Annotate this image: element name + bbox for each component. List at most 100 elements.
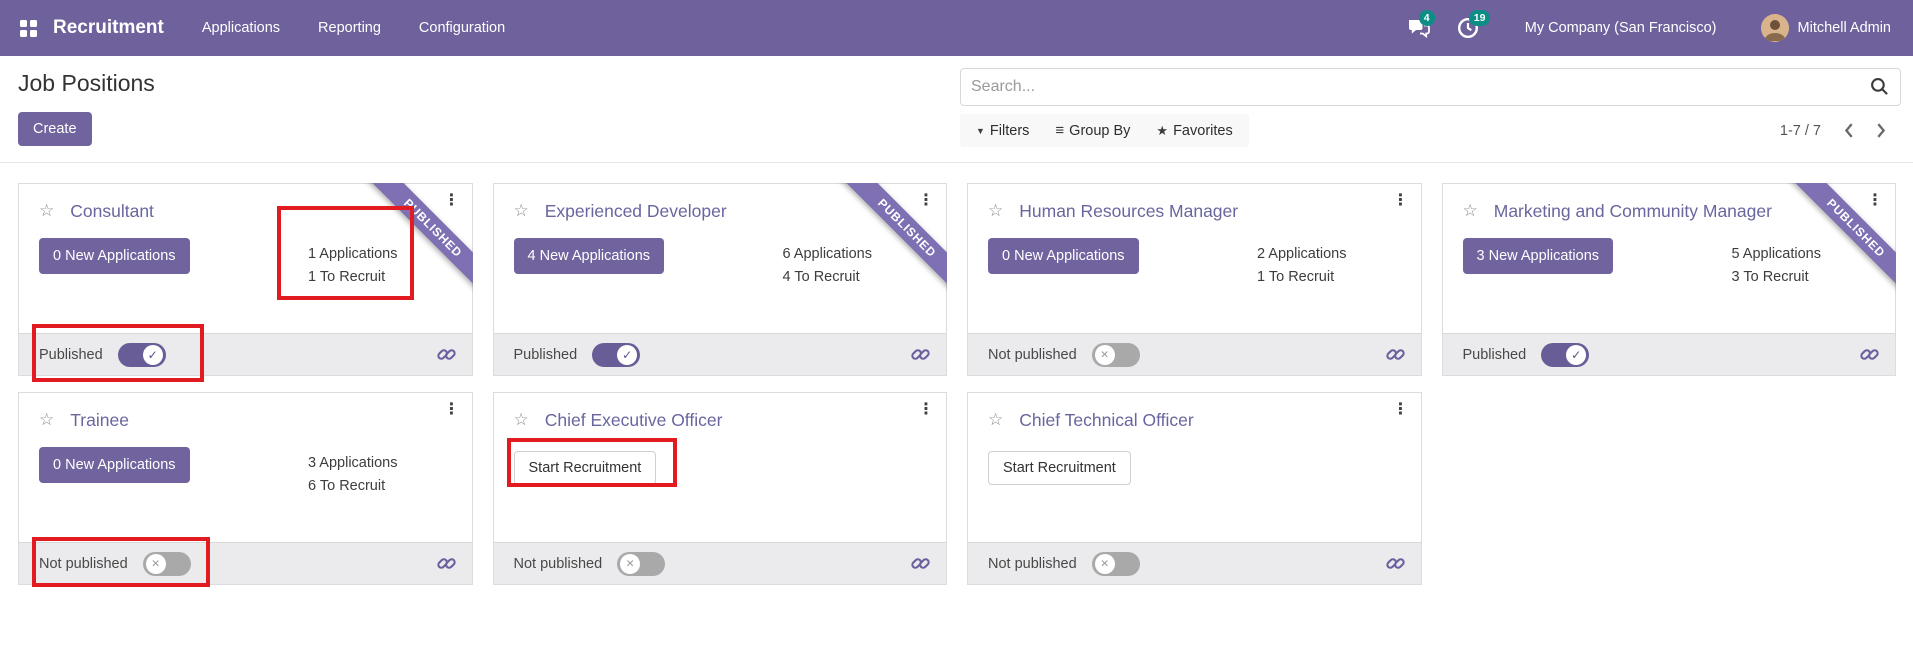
job-title[interactable]: Chief Executive Officer — [545, 407, 723, 434]
nav-menu: Applications Reporting Configuration — [202, 20, 505, 36]
chat-badge: 4 — [1419, 10, 1435, 26]
avatar[interactable] — [1761, 14, 1789, 42]
top-navbar: Recruitment Applications Reporting Configu… — [0, 0, 1913, 56]
to-recruit-count[interactable]: 6 To Recruit — [308, 475, 397, 497]
card-footer: Not published ✕ — [968, 542, 1421, 584]
apps-grid-icon[interactable] — [20, 20, 37, 37]
recruitment-stats: 5 Applications 3 To Recruit — [1732, 243, 1821, 288]
applications-count[interactable]: 6 Applications — [783, 243, 872, 265]
to-recruit-count[interactable]: 1 To Recruit — [308, 266, 397, 288]
kebab-menu-icon[interactable]: ⋮ — [1393, 190, 1409, 210]
group-by-button[interactable]: ≡ Group By — [1055, 122, 1130, 139]
to-recruit-count[interactable]: 3 To Recruit — [1732, 266, 1821, 288]
publish-toggle[interactable]: ✕ — [1092, 343, 1140, 367]
publish-status-label: Not published — [988, 556, 1077, 572]
link-icon[interactable] — [911, 345, 930, 364]
nav-menu-item-applications[interactable]: Applications — [202, 20, 280, 36]
job-position-card[interactable]: ⋮ ☆ Chief Technical Officer Start Recrui… — [967, 392, 1422, 585]
toggle-knob-icon: ✕ — [1095, 345, 1115, 365]
favorites-star-icon: ★ — [1156, 123, 1168, 139]
chat-icon[interactable]: 4 — [1407, 17, 1431, 39]
favorite-star-icon[interactable]: ☆ — [39, 198, 54, 225]
card-footer: Published ✓ — [494, 333, 947, 375]
link-icon[interactable] — [1860, 345, 1879, 364]
toggle-knob-icon: ✕ — [620, 554, 640, 574]
job-title[interactable]: Chief Technical Officer — [1019, 407, 1193, 434]
create-button[interactable]: Create — [18, 112, 92, 146]
applications-count[interactable]: 3 Applications — [308, 452, 397, 474]
activity-clock-icon[interactable]: 19 — [1457, 17, 1479, 39]
link-icon[interactable] — [437, 345, 456, 364]
job-position-card[interactable]: PUBLISHED ⋮ ☆ Marketing and Community Ma… — [1442, 183, 1897, 376]
avatar-photo — [1761, 14, 1789, 42]
favorites-button[interactable]: ★ Favorites — [1156, 123, 1232, 139]
applications-count[interactable]: 5 Applications — [1732, 243, 1821, 265]
publish-toggle[interactable]: ✕ — [1092, 552, 1140, 576]
job-title[interactable]: Human Resources Manager — [1019, 198, 1238, 225]
link-icon[interactable] — [1386, 554, 1405, 573]
group-by-label: Group By — [1069, 123, 1130, 139]
nav-menu-item-reporting[interactable]: Reporting — [318, 20, 381, 36]
favorite-star-icon[interactable]: ☆ — [988, 198, 1003, 225]
link-icon[interactable] — [1386, 345, 1405, 364]
kebab-menu-icon[interactable]: ⋮ — [444, 190, 460, 210]
new-applications-button[interactable]: 3 New Applications — [1463, 238, 1614, 274]
publish-toggle[interactable]: ✓ — [592, 343, 640, 367]
card-footer: Not published ✕ — [19, 542, 472, 584]
chevron-right-icon[interactable] — [1876, 122, 1887, 139]
recruitment-stats: 3 Applications 6 To Recruit — [308, 452, 397, 497]
job-position-card[interactable]: ⋮ ☆ Trainee 0 New Applications 3 Applica… — [18, 392, 473, 585]
favorite-star-icon[interactable]: ☆ — [514, 407, 529, 434]
favorite-star-icon[interactable]: ☆ — [988, 407, 1003, 434]
job-title[interactable]: Trainee — [70, 407, 129, 434]
favorite-star-icon[interactable]: ☆ — [39, 407, 54, 434]
nav-menu-item-configuration[interactable]: Configuration — [419, 20, 505, 36]
card-footer: Published ✓ — [1443, 333, 1896, 375]
to-recruit-count[interactable]: 1 To Recruit — [1257, 266, 1346, 288]
favorite-star-icon[interactable]: ☆ — [514, 198, 529, 225]
job-title[interactable]: Marketing and Community Manager — [1494, 198, 1772, 225]
kebab-menu-icon[interactable]: ⋮ — [918, 399, 934, 419]
new-applications-button[interactable]: 0 New Applications — [988, 238, 1139, 274]
page-title: Job Positions — [18, 70, 155, 97]
publish-status-label: Not published — [514, 556, 603, 572]
publish-status-label: Published — [514, 347, 578, 363]
job-position-card[interactable]: PUBLISHED ⋮ ☆ Consultant 0 New Applicati… — [18, 183, 473, 376]
kebab-menu-icon[interactable]: ⋮ — [1867, 190, 1883, 210]
kanban-view: PUBLISHED ⋮ ☆ Consultant 0 New Applicati… — [0, 163, 1913, 585]
applications-count[interactable]: 1 Applications — [308, 243, 397, 265]
start-recruitment-button[interactable]: Start Recruitment — [514, 451, 657, 485]
kebab-menu-icon[interactable]: ⋮ — [1393, 399, 1409, 419]
card-footer: Published ✓ — [19, 333, 472, 375]
new-applications-button[interactable]: 4 New Applications — [514, 238, 665, 274]
job-title[interactable]: Experienced Developer — [545, 198, 727, 225]
kebab-menu-icon[interactable]: ⋮ — [444, 399, 460, 419]
start-recruitment-button[interactable]: Start Recruitment — [988, 451, 1131, 485]
toggle-knob-icon: ✓ — [1566, 345, 1586, 365]
recruitment-stats: 6 Applications 4 To Recruit — [783, 243, 872, 288]
control-panel: Job Positions Create ▼ Filters ≡ Group B — [0, 56, 1913, 163]
job-position-card[interactable]: ⋮ ☆ Chief Executive Officer Start Recrui… — [493, 392, 948, 585]
user-menu[interactable]: Mitchell Admin — [1798, 20, 1891, 36]
job-position-card[interactable]: ⋮ ☆ Human Resources Manager 0 New Applic… — [967, 183, 1422, 376]
publish-toggle[interactable]: ✕ — [143, 552, 191, 576]
filters-button[interactable]: ▼ Filters — [976, 123, 1029, 139]
job-position-card[interactable]: PUBLISHED ⋮ ☆ Experienced Developer 4 Ne… — [493, 183, 948, 376]
applications-count[interactable]: 2 Applications — [1257, 243, 1346, 265]
search-input[interactable] — [960, 68, 1901, 106]
favorite-star-icon[interactable]: ☆ — [1463, 198, 1478, 225]
new-applications-button[interactable]: 0 New Applications — [39, 238, 190, 274]
app-name[interactable]: Recruitment — [53, 17, 164, 39]
job-title[interactable]: Consultant — [70, 198, 154, 225]
company-switcher[interactable]: My Company (San Francisco) — [1525, 20, 1717, 36]
publish-toggle[interactable]: ✓ — [1541, 343, 1589, 367]
kebab-menu-icon[interactable]: ⋮ — [918, 190, 934, 210]
search-icon[interactable] — [1870, 77, 1889, 101]
publish-toggle[interactable]: ✕ — [617, 552, 665, 576]
chevron-left-icon[interactable] — [1843, 122, 1854, 139]
new-applications-button[interactable]: 0 New Applications — [39, 447, 190, 483]
link-icon[interactable] — [911, 554, 930, 573]
to-recruit-count[interactable]: 4 To Recruit — [783, 266, 872, 288]
publish-toggle[interactable]: ✓ — [118, 343, 166, 367]
link-icon[interactable] — [437, 554, 456, 573]
